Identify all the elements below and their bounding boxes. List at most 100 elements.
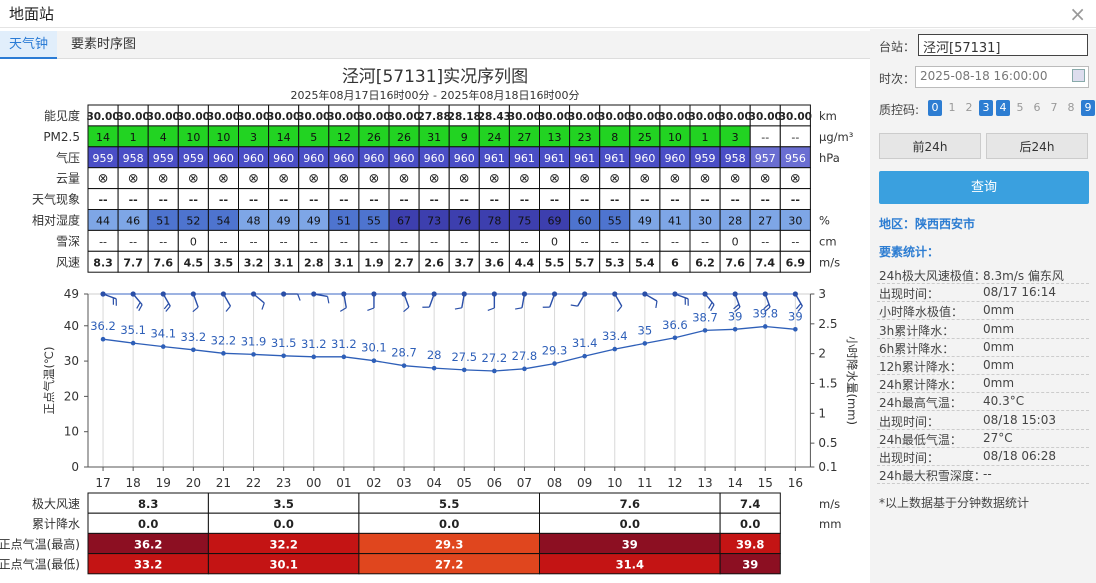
station-input[interactable]: 泾河[57131]: [918, 34, 1088, 56]
table-cell-value: --: [460, 194, 469, 207]
summary-cell-value: 39: [622, 537, 638, 551]
table-cell-value: 7.7: [123, 256, 143, 269]
table-cell-value: 30.00: [719, 111, 752, 123]
wind-point: [642, 291, 648, 297]
table-cell-value: 0: [190, 235, 197, 248]
stat-divider: [877, 446, 1089, 448]
wind-point: [792, 291, 798, 297]
qc-code-9[interactable]: 9: [1081, 100, 1095, 116]
table-cell-value: 959: [153, 152, 174, 165]
table-cell-value: --: [159, 235, 167, 248]
x-tick-label: 11: [637, 476, 652, 490]
table-cell-value: --: [761, 131, 769, 144]
y2-tick-label: 1: [818, 406, 826, 420]
summary-cell-value: 0.0: [740, 517, 760, 531]
table-cell-value: ⊗: [519, 172, 530, 187]
table-cell-value: 24: [487, 131, 501, 144]
table-cell-value: --: [520, 194, 529, 207]
table-cell-value: 2.6: [424, 256, 444, 269]
table-cell-value: 3.1: [274, 256, 294, 269]
temperature-label: 36.6: [662, 318, 688, 332]
tab-weather-clock[interactable]: 天气钟: [0, 31, 58, 59]
qc-code-0[interactable]: 0: [928, 100, 942, 116]
table-cell-value: 27.88: [418, 111, 451, 123]
temperature-label: 28: [427, 348, 442, 362]
qc-code-8[interactable]: 8: [1064, 100, 1078, 116]
table-cell-value: --: [400, 235, 408, 248]
chart-title: 泾河[57131]实况序列图: [341, 67, 529, 87]
table-cell-value: --: [98, 194, 107, 207]
x-tick-label: 15: [758, 476, 773, 490]
qc-code-4[interactable]: 4: [996, 100, 1010, 116]
temperature-point: [251, 352, 256, 357]
summary-row-label: 累计降水: [32, 517, 80, 531]
query-button[interactable]: 查询: [879, 171, 1089, 204]
tab-element-series[interactable]: 要素时序图: [62, 31, 145, 59]
temperature-label: 33.2: [181, 330, 207, 344]
table-cell-value: 0: [551, 235, 558, 248]
table-cell-value: 52: [186, 215, 200, 228]
qc-code-5[interactable]: 5: [1013, 100, 1027, 116]
calendar-icon[interactable]: [1072, 69, 1085, 82]
table-cell-value: 30: [698, 215, 712, 228]
temperature-label: 39: [788, 309, 803, 323]
table-cell-value: --: [129, 235, 137, 248]
prev-24h-button[interactable]: 前24h: [879, 133, 981, 159]
summary-cell-value: 0.0: [620, 517, 640, 531]
qc-code-6[interactable]: 6: [1030, 100, 1044, 116]
table-cell-value: 30.00: [688, 111, 721, 123]
table-cell-value: 956: [785, 152, 806, 165]
table-cell-value: 4.5: [184, 256, 204, 269]
summary-row-label: 正点气温(最高): [0, 536, 80, 551]
summary-cell-value: 33.2: [134, 558, 162, 572]
qc-code-2[interactable]: 2: [962, 100, 976, 116]
stats-title: 要素统计：: [879, 245, 940, 259]
qc-code-3[interactable]: 3: [979, 100, 993, 116]
table-cell-value: 25: [638, 131, 652, 144]
x-tick-label: 09: [577, 476, 592, 490]
summary-cell-value: 36.2: [134, 537, 162, 551]
table-cell-value: 959: [93, 152, 114, 165]
stat-divider: [877, 410, 1089, 412]
table-cell-value: --: [581, 235, 589, 248]
table-cell-value: --: [490, 235, 498, 248]
table-cell-value: 26: [367, 131, 381, 144]
stat-divider: [877, 428, 1089, 430]
table-cell-value: 54: [216, 215, 230, 228]
y-tick-label: 10: [64, 425, 79, 439]
table-cell-value: 5.4: [635, 256, 655, 269]
wind-point: [491, 291, 497, 297]
wind-point: [762, 291, 768, 297]
table-cell-value: ⊗: [218, 172, 229, 187]
temperature-label: 31.5: [271, 336, 297, 350]
qc-code-7[interactable]: 7: [1047, 100, 1061, 116]
stat-key: 出现时间：: [879, 287, 940, 302]
temperature-point: [281, 353, 286, 359]
x-tick-label: 06: [487, 476, 502, 490]
stat-divider: [877, 355, 1089, 357]
wind-barb-feather: [454, 307, 462, 310]
y-tick-label: 20: [64, 389, 79, 403]
x-tick-label: 02: [366, 476, 381, 490]
table-cell-value: 30.00: [628, 111, 661, 123]
table-cell-value: 30.00: [779, 111, 812, 123]
summary-row-unit: mm: [819, 517, 841, 531]
table-row-label: PM2.5: [43, 130, 80, 144]
temperature-label: 39.8: [752, 306, 778, 320]
time-input[interactable]: 2025-08-18 16:00:00: [915, 66, 1089, 88]
temperature-label: 31.4: [572, 336, 598, 350]
temperature-point: [793, 327, 798, 332]
close-icon[interactable]: ×: [1069, 2, 1086, 26]
temperature-line: [102, 325, 796, 372]
summary-cell-value: 30.1: [269, 558, 297, 572]
next-24h-button[interactable]: 后24h: [986, 133, 1088, 159]
temperature-label: 33.4: [602, 329, 628, 343]
stat-divider: [877, 374, 1089, 375]
y2-tick-label: 0.1: [818, 460, 837, 474]
qc-code-1[interactable]: 1: [945, 100, 959, 116]
table-cell-value: 7.6: [154, 256, 174, 269]
y2-tick-label: 3: [818, 287, 826, 301]
temperature-label: 35.1: [120, 323, 146, 337]
table-cell-value: 9: [461, 131, 468, 144]
table-cell-value: ⊗: [399, 172, 410, 187]
